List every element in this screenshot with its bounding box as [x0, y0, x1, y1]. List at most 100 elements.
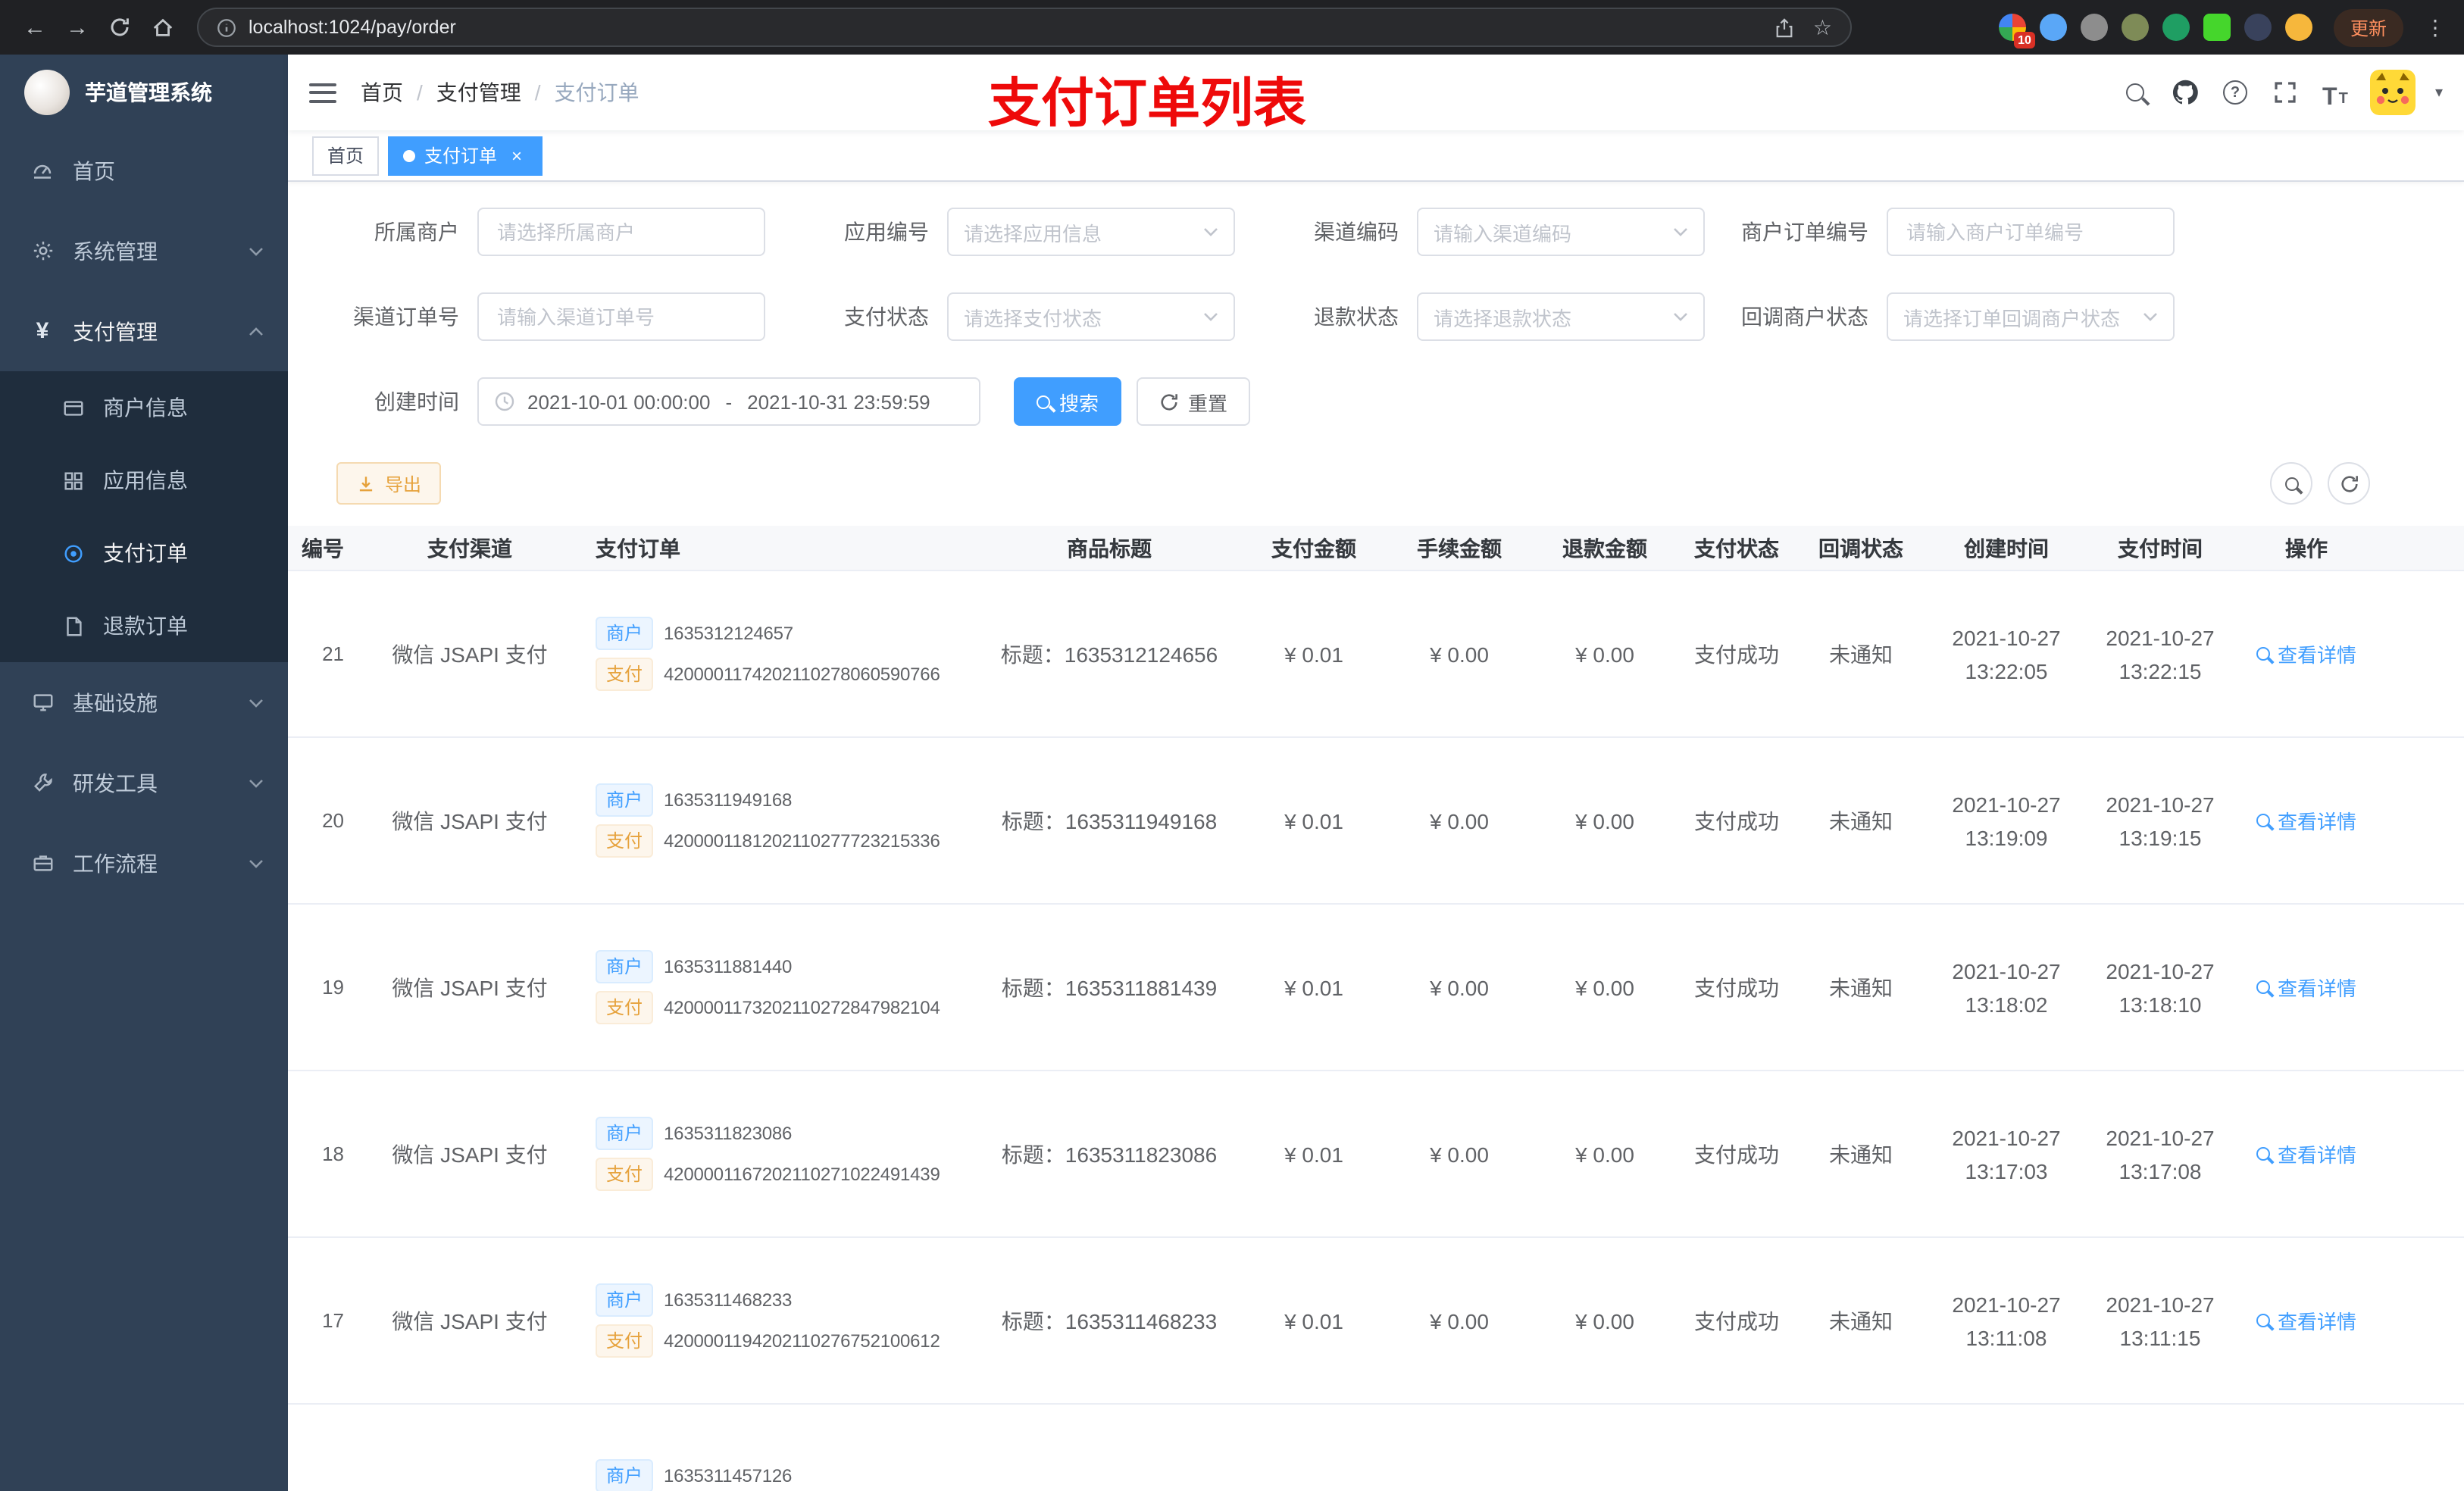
merchant-tag: 商户	[596, 783, 654, 817]
sidebar-item-system[interactable]: 系统管理	[0, 211, 288, 291]
card-icon	[61, 395, 85, 420]
cell-pay-time: 2021-10-27 13:17:08	[2106, 1125, 2215, 1183]
extension-icon-blue-drop[interactable]	[2039, 14, 2067, 41]
cell-pay-status: 支付成功	[1694, 1308, 1779, 1333]
view-detail-link[interactable]: 查看详情	[2256, 806, 2356, 835]
app-select[interactable]: 请选择应用信息	[947, 208, 1235, 256]
cell-order-id: 18	[322, 1142, 344, 1165]
sidebar-item-devtools[interactable]: 研发工具	[0, 742, 288, 823]
table-toolbar: 导出	[288, 462, 2464, 505]
refund-status-select[interactable]: 请选择退款状态	[1417, 292, 1705, 341]
chevron-down-icon	[1674, 228, 1687, 236]
merchant-tag: 商户	[596, 617, 654, 650]
browser-update-button[interactable]: 更新	[2333, 8, 2403, 46]
filter-label-app: 应用编号	[844, 220, 929, 244]
date-end: 2021-10-31 23:59:59	[747, 390, 930, 413]
sidebar-item-pay-order[interactable]: 支付订单	[0, 517, 288, 589]
sidebar-item-infra[interactable]: 基础设施	[0, 662, 288, 742]
document-icon	[61, 614, 85, 638]
sidebar-item-workflow[interactable]: 工作流程	[0, 823, 288, 903]
fullscreen-icon[interactable]	[2270, 74, 2300, 111]
merchant-input[interactable]	[477, 208, 765, 256]
bookmark-star-icon[interactable]: ☆	[1813, 14, 1832, 40]
sidebar-item-app-info[interactable]: 应用信息	[0, 444, 288, 517]
table-row: 17 微信 JSAPI 支付 商户 1635311468233 支付 42000…	[288, 1238, 2464, 1405]
col-header-fee-amount: 手续金额	[1417, 536, 1502, 560]
chevron-down-icon	[1204, 313, 1218, 321]
channel-pay-no: 4200001174202110278060590766	[664, 664, 940, 685]
browser-chrome: ← → localhost:1024/pay/order ☆ 10 更新 ⋮	[0, 0, 2464, 55]
pay-status-select[interactable]: 请选择支付状态	[947, 292, 1235, 341]
export-button[interactable]: 导出	[336, 462, 442, 505]
table-header-row: 编号 支付渠道 支付订单 商品标题 支付金额 手续金额 退款金额 支付状态 回调…	[288, 526, 2464, 571]
extension-icon-colorful[interactable]: 10	[1998, 14, 2035, 48]
address-bar[interactable]: localhost:1024/pay/order ☆	[197, 8, 1852, 47]
tab-pay-order[interactable]: 支付订单 ×	[388, 136, 543, 175]
download-icon	[359, 476, 373, 491]
sidebar-item-label: 退款订单	[103, 614, 188, 638]
view-detail-link[interactable]: 查看详情	[2256, 973, 2356, 1002]
filter-label-channel-order-no: 渠道订单号	[353, 305, 459, 329]
col-header-pay-status: 支付状态	[1694, 536, 1779, 560]
merchant-order-no-input[interactable]	[1887, 208, 2175, 256]
tab-close-icon[interactable]: ×	[506, 145, 527, 166]
search-icon	[2256, 814, 2270, 827]
cell-create-time: 2021-10-27 13:11:08	[1952, 1292, 2061, 1349]
sidebar-item-home[interactable]: 首页	[0, 130, 288, 211]
clock-icon	[494, 391, 515, 412]
cell-fee-amount: ¥ 0.00	[1430, 975, 1489, 999]
cell-pay-order: 商户 1635311881440 支付 42000011732021102728…	[583, 942, 977, 1032]
sidebar-item-refund-order[interactable]: 退款订单	[0, 589, 288, 662]
sidebar-item-label: 商户信息	[103, 395, 188, 420]
search-button[interactable]: 搜索	[1014, 377, 1122, 426]
extension-icon-gray[interactable]	[2080, 14, 2108, 41]
channel-code-select[interactable]: 请输入渠道编码	[1417, 208, 1705, 256]
sidebar-item-label: 首页	[73, 158, 115, 183]
cell-order-id: 19	[322, 976, 344, 999]
search-icon	[2256, 1314, 2270, 1327]
view-detail-link[interactable]: 查看详情	[2256, 1306, 2356, 1335]
font-size-icon[interactable]: TT	[2320, 74, 2350, 111]
back-icon[interactable]: ←	[15, 8, 55, 47]
breadcrumb-home[interactable]: 首页	[361, 77, 403, 108]
refresh-table-button[interactable]	[2328, 462, 2370, 505]
sidebar-logo[interactable]: 芋道管理系统	[0, 55, 288, 130]
user-avatar[interactable]	[2369, 70, 2416, 115]
notify-status-select[interactable]: 请选择订单回调商户状态	[1887, 292, 2175, 341]
view-detail-link[interactable]: 查看详情	[2256, 639, 2356, 668]
sidebar-item-payment[interactable]: ¥ 支付管理	[0, 291, 288, 371]
home-icon[interactable]	[142, 8, 182, 47]
cell-actions: 查看详情	[2234, 973, 2379, 1002]
merchant-order-no: 1635311823086	[664, 1123, 793, 1144]
extension-icon-dark[interactable]	[2244, 14, 2272, 41]
cell-pay-order: 商户 1635311468233 支付 42000011942021102767…	[583, 1276, 977, 1365]
toggle-search-button[interactable]	[2270, 462, 2312, 505]
channel-order-no-input[interactable]	[477, 292, 765, 341]
browser-menu-icon[interactable]: ⋮	[2425, 14, 2446, 40]
caret-down-icon[interactable]: ▾	[2435, 84, 2443, 101]
forward-icon[interactable]: →	[58, 8, 97, 47]
reset-button[interactable]: 重置	[1137, 377, 1251, 426]
sidebar-item-merchant-info[interactable]: 商户信息	[0, 371, 288, 444]
help-icon[interactable]: ?	[2220, 74, 2250, 111]
hamburger-icon[interactable]	[288, 55, 358, 130]
tab-home[interactable]: 首页	[312, 136, 380, 175]
page-content: 所属商户 应用编号 请选择应用信息 渠道编码 请输入渠道编码	[288, 182, 2464, 1491]
merchant-order-no: 1635311949168	[664, 789, 793, 811]
extension-icon-green-square[interactable]	[2203, 14, 2231, 41]
extension-icon-emoji[interactable]	[2284, 14, 2312, 41]
cell-product-title: 标题：1635311881439	[1001, 975, 1218, 999]
reload-icon[interactable]	[100, 8, 139, 47]
search-icon[interactable]	[2120, 74, 2150, 111]
view-detail-link[interactable]: 查看详情	[2256, 1139, 2356, 1168]
github-icon[interactable]	[2170, 74, 2200, 111]
extension-icon-vue-devtools[interactable]	[2162, 14, 2190, 41]
cell-order-id: 17	[322, 1309, 344, 1332]
site-info-icon[interactable]	[217, 17, 236, 37]
cell-actions	[2234, 1475, 2379, 1491]
breadcrumb-section[interactable]: 支付管理	[436, 77, 521, 108]
share-icon[interactable]	[1775, 17, 1795, 37]
create-time-range-picker[interactable]: 2021-10-01 00:00:00 - 2021-10-31 23:59:5…	[477, 377, 980, 426]
extension-icon-olive[interactable]	[2121, 14, 2149, 41]
gear-icon	[30, 239, 55, 263]
